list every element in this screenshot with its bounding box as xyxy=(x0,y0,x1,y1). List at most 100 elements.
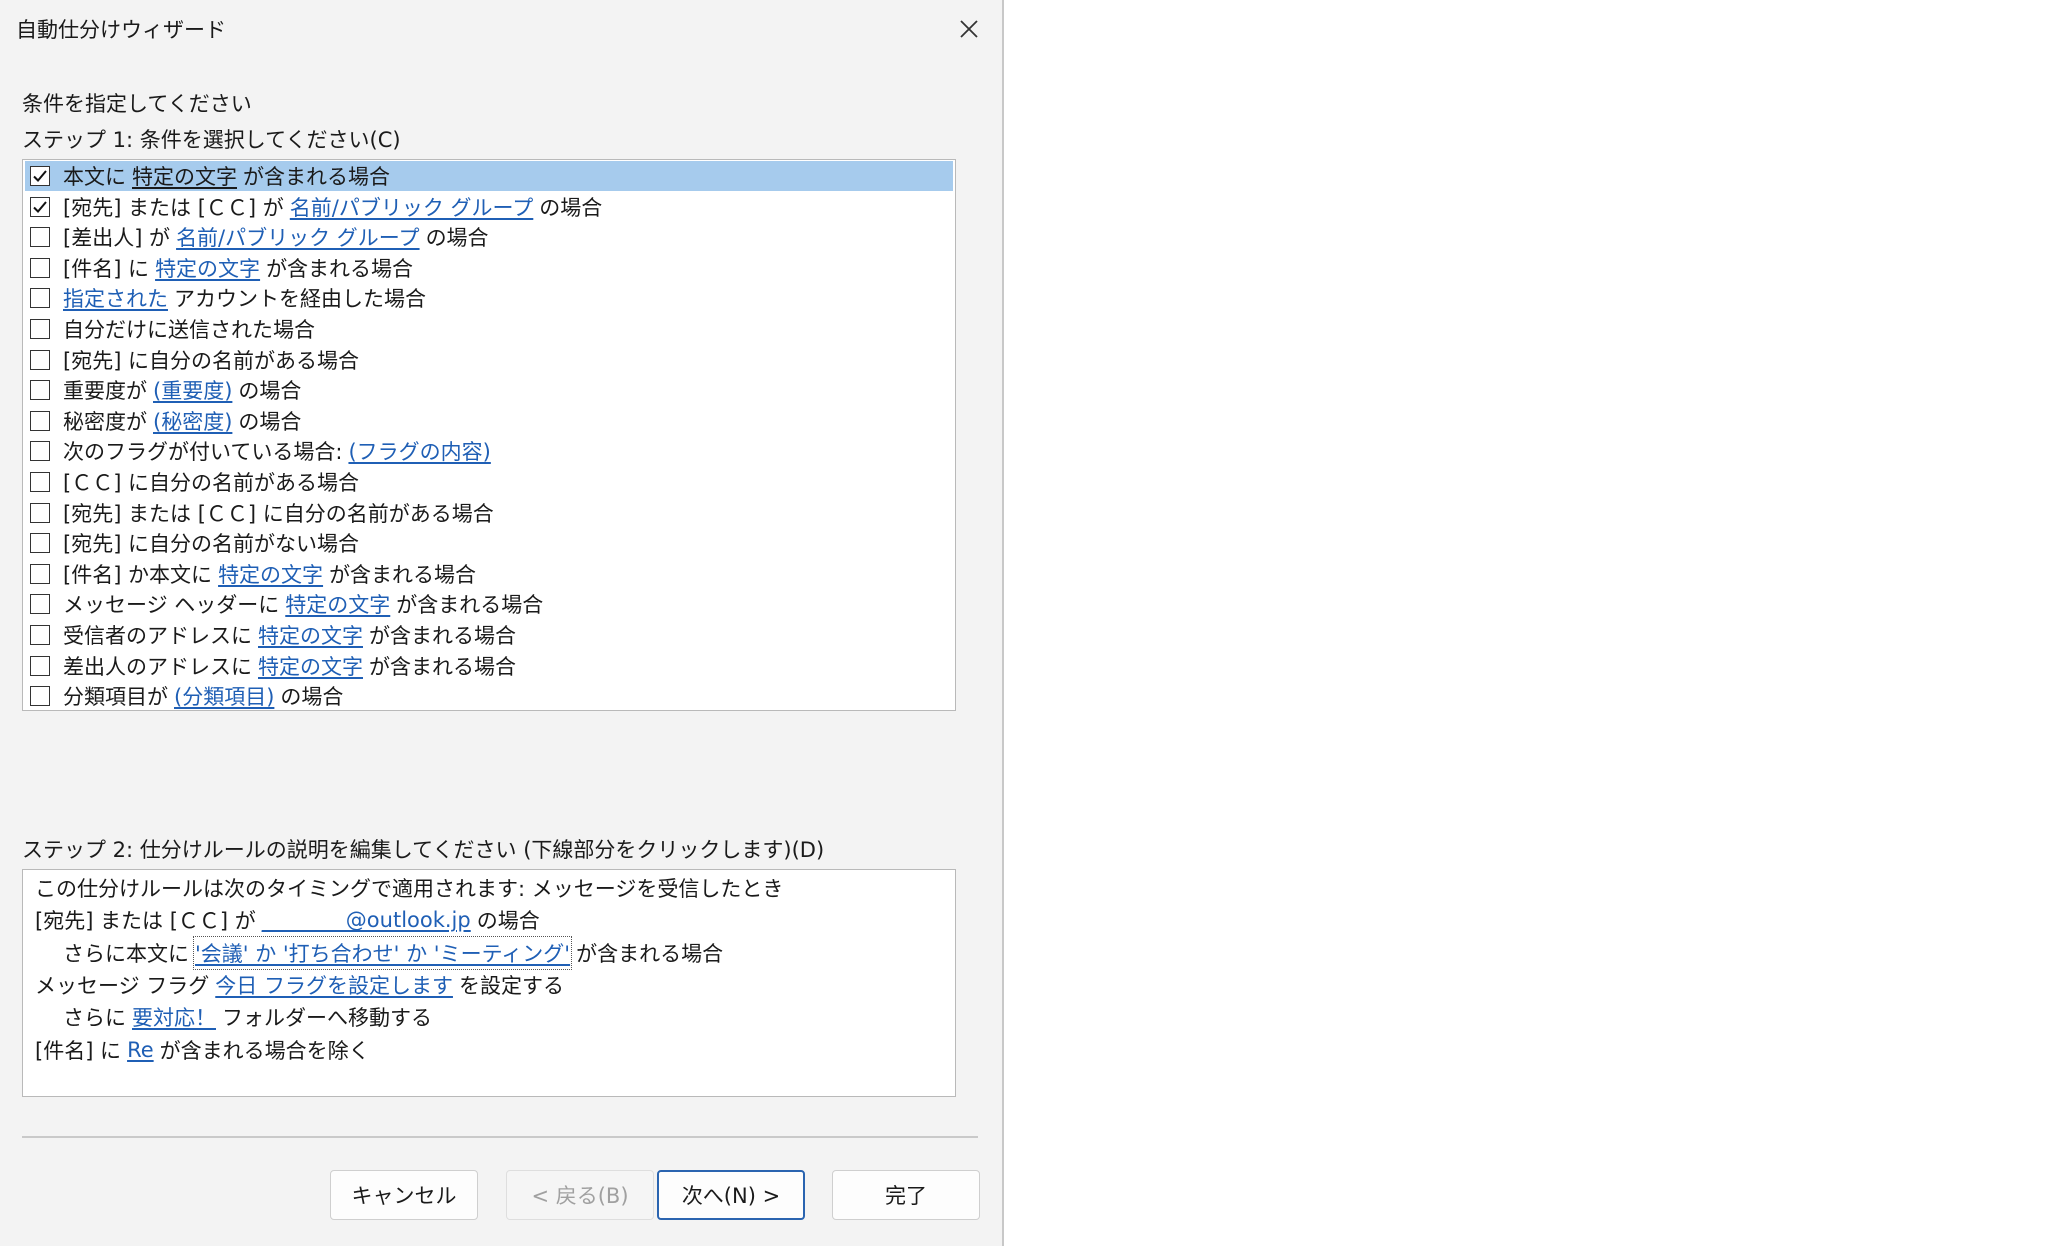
condition-text: が含まれる場合 xyxy=(369,654,516,679)
condition-checkbox[interactable] xyxy=(30,380,50,401)
condition-item[interactable]: 本文に 特定の文字 が含まれる場合 xyxy=(25,161,953,191)
description-text: を設定する xyxy=(458,973,564,998)
condition-item[interactable]: メッセージ ヘッダーに 特定の文字 が含まれる場合 xyxy=(25,589,953,619)
checkmark-icon xyxy=(33,170,47,182)
description-link[interactable]: 今日 フラグを設定します xyxy=(215,970,453,1000)
next-button[interactable]: 次へ(N) > xyxy=(657,1170,805,1220)
condition-item[interactable]: 分類項目が (分類項目) の場合 xyxy=(25,681,953,710)
condition-checkbox[interactable] xyxy=(30,288,50,309)
description-text: さらに本文に xyxy=(63,941,189,966)
condition-link[interactable]: 名前/パブリック グループ xyxy=(176,222,420,252)
condition-text: の場合 xyxy=(238,409,302,434)
rules-wizard-dialog: 自動仕分けウィザード 条件を指定してください ステップ 1: 条件を選択してくだ… xyxy=(0,0,1004,1246)
condition-text: 本文に xyxy=(63,165,126,189)
condition-item[interactable]: 秘密度が (秘密度) の場合 xyxy=(25,406,953,436)
description-text: が含まれる場合を除く xyxy=(159,1038,370,1063)
condition-link[interactable]: (分類項目) xyxy=(174,681,274,710)
condition-text: [件名] か本文に xyxy=(63,562,213,587)
condition-link[interactable]: (秘密度) xyxy=(153,406,232,436)
condition-link[interactable]: 特定の文字 xyxy=(218,559,323,589)
condition-text: 差出人のアドレスに xyxy=(63,654,252,679)
condition-item[interactable]: [件名] か本文に 特定の文字 が含まれる場合 xyxy=(25,559,953,589)
condition-checkbox[interactable] xyxy=(30,196,50,217)
rule-description-box[interactable]: この仕分けルールは次のタイミングで適用されます: メッセージを受信したとき [宛先… xyxy=(22,869,956,1097)
prompt-label: 条件を指定してください xyxy=(22,92,252,116)
description-line: [件名] に Re が含まれる場合を除く xyxy=(35,1035,376,1065)
condition-text: の場合 xyxy=(280,685,344,710)
condition-checkbox[interactable] xyxy=(30,472,50,492)
condition-text: の場合 xyxy=(238,379,302,404)
close-button[interactable] xyxy=(946,8,992,50)
condition-text: が含まれる場合 xyxy=(329,562,477,587)
cancel-button[interactable]: キャンセル xyxy=(330,1170,478,1220)
condition-text: [宛先] または [ＣＣ] に自分の名前がある場合 xyxy=(63,501,494,526)
description-line: この仕分けルールは次のタイミングで適用されます: メッセージを受信したとき xyxy=(35,873,789,903)
condition-text: 受信者のアドレスに xyxy=(63,624,252,648)
condition-text: が含まれる場合 xyxy=(266,256,414,281)
condition-link[interactable]: 特定の文字 xyxy=(155,253,260,283)
condition-item[interactable]: 次のフラグが付いている場合: (フラグの内容) xyxy=(25,436,953,466)
condition-text: 分類項目が xyxy=(63,685,168,710)
condition-item[interactable]: [宛先] に自分の名前がない場合 xyxy=(25,528,953,558)
condition-checkbox[interactable] xyxy=(30,686,50,707)
condition-checkbox[interactable] xyxy=(30,410,50,431)
condition-text: [宛先] に自分の名前がない場合 xyxy=(63,532,360,557)
condition-item[interactable]: [宛先] または [ＣＣ] が名前/パブリック グループ の場合 xyxy=(25,192,953,222)
condition-checkbox[interactable] xyxy=(30,441,50,462)
condition-text: 重要度が xyxy=(63,379,147,404)
back-button[interactable]: < 戻る(B) xyxy=(506,1170,654,1220)
condition-link[interactable]: 特定の文字 xyxy=(258,651,363,681)
condition-checkbox[interactable] xyxy=(30,319,50,339)
condition-item[interactable]: [宛先] に自分の名前がある場合 xyxy=(25,345,953,375)
condition-text: 秘密度が xyxy=(63,409,147,434)
condition-item[interactable]: 差出人のアドレスに 特定の文字 が含まれる場合 xyxy=(25,651,953,681)
step1-label: ステップ 1: 条件を選択してください(C) xyxy=(22,128,401,152)
condition-text: の場合 xyxy=(425,226,489,251)
condition-item[interactable]: 自分だけに送信された場合 xyxy=(25,314,953,344)
condition-text: [差出人] が xyxy=(63,226,171,251)
condition-item[interactable]: 受信者のアドレスに 特定の文字 が含まれる場合 xyxy=(25,620,953,650)
condition-text: 次のフラグが付いている場合: xyxy=(63,440,343,465)
condition-checkbox[interactable] xyxy=(30,625,50,645)
description-text: [宛先] または [ＣＣ] が xyxy=(35,909,256,934)
condition-item[interactable]: 指定された アカウントを経由した場合 xyxy=(25,283,953,313)
finish-button[interactable]: 完了 xyxy=(832,1170,980,1220)
condition-checkbox[interactable] xyxy=(30,257,50,278)
condition-link[interactable]: (重要度) xyxy=(153,375,232,405)
condition-item[interactable]: [ＣＣ] に自分の名前がある場合 xyxy=(25,467,953,497)
description-link[interactable]: Re xyxy=(127,1038,154,1062)
condition-link[interactable]: (フラグの内容) xyxy=(348,436,490,466)
condition-checkbox[interactable] xyxy=(30,349,50,370)
condition-link[interactable]: 名前/パブリック グループ xyxy=(290,192,534,222)
description-text: この仕分けルールは次のタイミングで適用されます: メッセージを受信したとき xyxy=(35,877,784,901)
description-link[interactable]: 要対応！ xyxy=(132,1002,216,1032)
condition-link[interactable]: 特定の文字 xyxy=(132,161,237,191)
condition-link[interactable]: 特定の文字 xyxy=(285,589,390,619)
condition-text: [ＣＣ] に自分の名前がある場合 xyxy=(63,471,360,495)
condition-link[interactable]: 指定された xyxy=(63,283,168,313)
description-line: [宛先] または [ＣＣ] が ________@outlook.jp の場合 xyxy=(35,905,546,935)
condition-item[interactable]: 重要度が (重要度) の場合 xyxy=(25,375,953,405)
condition-checkbox[interactable] xyxy=(30,502,50,523)
condition-item[interactable]: [差出人] が名前/パブリック グループ の場合 xyxy=(25,222,953,252)
description-link[interactable]: ________@outlook.jp xyxy=(262,908,471,932)
condition-checkbox[interactable] xyxy=(30,594,50,615)
condition-text: [宛先] に自分の名前がある場合 xyxy=(63,348,360,373)
condition-link[interactable]: 特定の文字 xyxy=(258,620,363,650)
condition-checkbox[interactable] xyxy=(30,655,50,676)
condition-checkbox[interactable] xyxy=(30,227,50,248)
condition-text: [件名] に xyxy=(63,256,150,281)
condition-text: が含まれる場合 xyxy=(396,593,544,618)
description-line: メッセージ フラグ 今日 フラグを設定します を設定する xyxy=(35,970,570,1000)
condition-item[interactable]: [件名] に特定の文字 が含まれる場合 xyxy=(25,253,953,283)
condition-checkbox[interactable] xyxy=(30,563,50,584)
condition-checkbox[interactable] xyxy=(30,166,50,186)
checkmark-icon xyxy=(33,200,47,213)
condition-checkbox[interactable] xyxy=(30,533,50,554)
description-link[interactable]: '会議' か '打ち合わせ' か 'ミーティング' xyxy=(192,935,573,970)
description-text: フォルダーへ移動する xyxy=(222,1006,432,1031)
condition-item[interactable]: [宛先] または [ＣＣ] に自分の名前がある場合 xyxy=(25,498,953,528)
condition-list[interactable]: 本文に 特定の文字 が含まれる場合 [宛先] または [ＣＣ] が名前/パブリック グ… xyxy=(22,159,956,711)
condition-text: アカウントを経由した場合 xyxy=(174,287,426,312)
description-text: さらに xyxy=(63,1006,126,1031)
